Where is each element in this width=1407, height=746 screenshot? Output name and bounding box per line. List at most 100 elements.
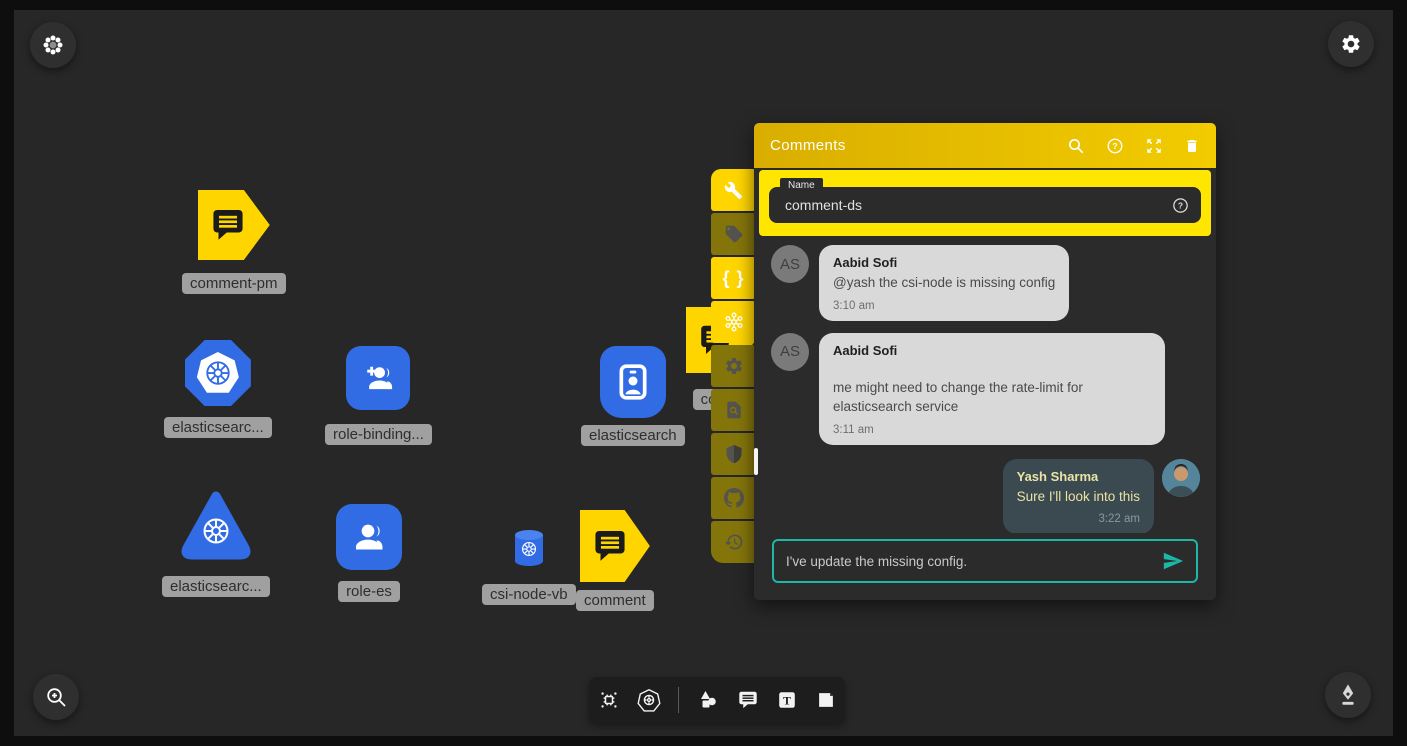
message-bubble: Aabid Sofi @yash the csi-node is missing… — [819, 245, 1069, 321]
person-portrait — [1162, 459, 1200, 497]
scrollbar[interactable] — [754, 448, 758, 475]
svg-text:T: T — [783, 694, 791, 708]
note-tool-button[interactable] — [815, 689, 837, 711]
braces-icon: { } — [722, 268, 744, 289]
comment-shape — [580, 510, 650, 582]
node-elasticsearch-octagon[interactable]: elasticsearc... — [164, 340, 272, 438]
users-icon — [349, 517, 389, 557]
trash-icon[interactable] — [1184, 137, 1200, 155]
comments-panel: Comments ? Name ? AS — [754, 123, 1216, 600]
doc-scan-icon — [724, 400, 744, 420]
shield-icon — [724, 444, 744, 464]
search-icon[interactable] — [1067, 137, 1085, 155]
node-label: elasticsearch — [581, 425, 685, 446]
github-button[interactable] — [711, 477, 756, 519]
panel-title: Comments — [770, 137, 1067, 154]
comment-message: Yash Sharma Sure I'll look into this 3:2… — [771, 459, 1200, 533]
send-icon[interactable] — [1162, 550, 1184, 572]
message-bubble: Yash Sharma Sure I'll look into this 3:2… — [1003, 459, 1154, 533]
node-role-binding[interactable]: role-binding... — [325, 346, 432, 445]
message-author: Aabid Sofi — [833, 343, 1151, 358]
name-field-label: Name — [780, 178, 823, 193]
braces-button[interactable]: { } — [711, 257, 756, 299]
help-icon[interactable]: ? — [1106, 137, 1124, 155]
shield-button[interactable] — [711, 433, 756, 475]
kubernetes-badge — [197, 352, 239, 394]
message-bubble: Aabid Sofi me might need to change the r… — [819, 333, 1165, 445]
name-input[interactable] — [785, 197, 1172, 213]
gear-icon — [1340, 33, 1362, 55]
message-time: 3:22 am — [1017, 513, 1140, 525]
app-menu-button[interactable] — [30, 22, 76, 68]
avatar: AS — [771, 245, 809, 283]
text-tool-button[interactable]: T — [776, 689, 798, 711]
kanvas-flower-icon — [723, 311, 745, 333]
cylinder-shape — [511, 528, 547, 568]
message-author: Aabid Sofi — [833, 255, 1055, 270]
rounded-square-shape — [346, 346, 410, 410]
message-time: 3:11 am — [833, 424, 1151, 436]
rounded-square-shape — [336, 504, 402, 570]
shapes-icon — [696, 688, 720, 712]
octagon-shape — [185, 340, 251, 406]
node-csi-node-vb[interactable]: csi-node-vb — [482, 528, 576, 605]
history-icon — [724, 532, 744, 552]
node-label: elasticsearc... — [162, 576, 270, 597]
node-role-es[interactable]: role-es — [336, 504, 402, 602]
text-icon: T — [776, 689, 798, 711]
avatar: AS — [771, 333, 809, 371]
message-text: @yash the csi-node is missing config — [833, 273, 1055, 293]
comments-panel-header[interactable]: Comments ? — [754, 123, 1216, 168]
node-label: role-es — [338, 581, 400, 602]
comment-input-row — [772, 539, 1198, 583]
toolbar-divider — [678, 687, 679, 713]
zoom-in-icon — [44, 685, 68, 709]
comment-tool-button[interactable] — [737, 689, 759, 711]
gear-icon — [724, 356, 744, 376]
design-canvas[interactable]: comment-pm elasticsearc... role-bind — [14, 10, 1393, 736]
zoom-button[interactable] — [33, 674, 79, 720]
node-elasticsearch-triangle[interactable]: elasticsearc... — [162, 488, 270, 597]
history-button[interactable] — [711, 521, 756, 563]
node-label: comment-pm — [182, 273, 286, 294]
comment-icon — [737, 689, 759, 711]
kanvas-stage: comment-pm elasticsearc... role-bind — [0, 0, 1407, 746]
help-icon[interactable]: ? — [1172, 197, 1189, 214]
comments-list[interactable]: AS Aabid Sofi @yash the csi-node is miss… — [754, 236, 1216, 533]
id-badge-icon — [613, 360, 653, 404]
pen-tool-button[interactable] — [1325, 672, 1371, 718]
gear-button[interactable] — [711, 345, 756, 387]
flower-icon — [41, 33, 65, 57]
tag-button[interactable] — [711, 213, 756, 255]
kubernetes-icon — [637, 688, 661, 712]
expand-icon[interactable] — [1145, 137, 1163, 155]
node-elasticsearch-sa[interactable]: elasticsearch — [581, 346, 685, 446]
tag-icon — [724, 224, 744, 244]
doc-scan-button[interactable] — [711, 389, 756, 431]
avatar-photo — [1162, 459, 1200, 497]
shapes-button[interactable] — [696, 688, 720, 712]
node-label: role-binding... — [325, 424, 432, 445]
chat-icon — [591, 527, 629, 565]
node-label: csi-node-vb — [482, 584, 576, 605]
node-label: comment — [576, 590, 654, 611]
github-icon — [724, 488, 744, 508]
kanvas-flower-button[interactable] — [711, 301, 756, 343]
comment-shape — [198, 190, 270, 260]
kubernetes-button[interactable] — [637, 688, 661, 712]
settings-button[interactable] — [1328, 21, 1374, 67]
name-field[interactable]: Name ? — [769, 187, 1201, 223]
pen-nib-icon — [1335, 682, 1361, 708]
message-author: Yash Sharma — [1017, 469, 1140, 484]
chat-icon — [209, 206, 247, 244]
svg-text:?: ? — [1178, 200, 1183, 210]
wrench-button[interactable] — [711, 169, 756, 211]
name-field-block: Name ? — [759, 170, 1211, 236]
add-user-icon — [359, 359, 397, 397]
comment-input[interactable] — [786, 554, 1162, 569]
workflow-button[interactable] — [598, 689, 620, 711]
node-comment-pm[interactable]: comment-pm — [182, 190, 286, 294]
comment-message: AS Aabid Sofi @yash the csi-node is miss… — [771, 245, 1200, 321]
message-time: 3:10 am — [833, 300, 1055, 312]
node-comment[interactable]: comment — [576, 510, 654, 611]
